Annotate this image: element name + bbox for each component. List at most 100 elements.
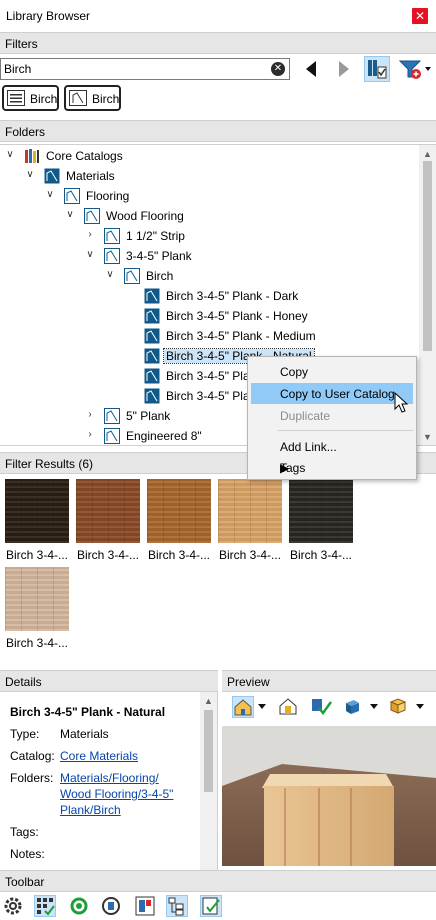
preview-cube-image xyxy=(222,726,436,866)
material-icon xyxy=(69,90,87,106)
filter-chip-material[interactable]: Birch xyxy=(64,85,121,111)
search-field[interactable]: ✕ xyxy=(0,58,290,80)
result-label: Birch 3-4-... xyxy=(77,548,140,562)
filter-chip-text[interactable]: Birch xyxy=(2,85,59,111)
chevron-right-icon[interactable]: › xyxy=(84,409,96,421)
folders-link[interactable]: Plank/Birch xyxy=(60,803,121,817)
material-folder-icon xyxy=(124,268,140,284)
scroll-up-icon[interactable]: ▲ xyxy=(200,694,217,708)
tree-node-flooring[interactable]: ∨ Flooring xyxy=(0,186,415,206)
menu-separator xyxy=(278,430,413,431)
filter-chip-label: Birch xyxy=(30,92,58,106)
tree-node-materials[interactable]: ∨ Materials xyxy=(0,166,415,186)
apply-material-button[interactable] xyxy=(310,696,333,718)
chevron-down-icon[interactable] xyxy=(258,704,266,710)
box-view-button[interactable] xyxy=(388,696,410,718)
chevron-down-icon[interactable] xyxy=(416,704,424,710)
chevron-down-icon[interactable]: ∨ xyxy=(44,189,56,201)
result-swatch[interactable] xyxy=(218,479,282,543)
tree-item-birch-dark[interactable]: Birch 3-4-5" Plank - Dark xyxy=(0,286,415,306)
close-icon[interactable]: ✕ xyxy=(412,8,428,24)
search-input[interactable] xyxy=(1,59,261,79)
tree-node-strip[interactable]: › 1 1/2" Strip xyxy=(0,226,415,246)
menu-item-copy-to-user-catalog[interactable]: Copy to User Catalog xyxy=(251,383,413,404)
bottom-toolbar xyxy=(0,892,436,920)
tree-item-birch-honey[interactable]: Birch 3-4-5" Plank - Honey xyxy=(0,306,415,326)
context-menu[interactable]: Copy Copy to User Catalog Duplicate Add … xyxy=(247,356,417,480)
back-arrow-icon[interactable] xyxy=(304,60,318,78)
catalog-link[interactable]: Core Materials xyxy=(60,749,138,763)
tree-node-345-plank[interactable]: ∨ 3-4-5" Plank xyxy=(0,246,415,266)
chevron-down-icon[interactable] xyxy=(370,704,378,710)
details-catalog-label: Catalog: xyxy=(10,749,55,763)
result-label: Birch 3-4-... xyxy=(219,548,282,562)
preview-render[interactable] xyxy=(222,726,436,866)
tree-scrollbar[interactable]: ▲ ▼ xyxy=(419,145,436,445)
view-camera-button[interactable] xyxy=(232,696,254,718)
filter-results-label: Filter Results (6) xyxy=(5,457,94,471)
result-swatch[interactable] xyxy=(5,567,69,631)
result-swatch[interactable] xyxy=(289,479,353,543)
tree-node-core-catalogs[interactable]: ∨ Core Catalogs xyxy=(0,146,415,166)
menu-item-label: Duplicate xyxy=(280,409,331,423)
cube-button[interactable] xyxy=(342,696,364,718)
catalog-icon xyxy=(25,149,39,163)
tree-item-birch-medium[interactable]: Birch 3-4-5" Plank - Medium xyxy=(0,326,415,346)
result-label: Birch 3-4-... xyxy=(148,548,211,562)
menu-item-label: Copy xyxy=(280,365,309,379)
tree-node-wood-flooring[interactable]: ∨ Wood Flooring xyxy=(0,206,415,226)
folders-link[interactable]: Materials/Flooring/ xyxy=(60,771,159,785)
scrollbar-thumb[interactable] xyxy=(204,710,213,792)
result-swatch[interactable] xyxy=(147,479,211,543)
tree-node-label: Birch xyxy=(146,269,174,283)
house-button[interactable] xyxy=(278,696,300,718)
folders-link[interactable]: Wood Flooring/3-4-5" xyxy=(60,787,173,801)
tree-view-button[interactable] xyxy=(166,895,188,917)
material-folder-icon xyxy=(104,428,120,444)
menu-item-tags[interactable]: Tags ▶ xyxy=(251,457,413,478)
scroll-down-icon[interactable]: ▼ xyxy=(419,430,436,444)
window-title: Library Browser xyxy=(6,9,91,23)
scrollbar-thumb[interactable] xyxy=(423,161,432,351)
sync-button[interactable] xyxy=(100,895,122,917)
chevron-right-icon[interactable]: › xyxy=(84,429,96,441)
grid-view-button[interactable] xyxy=(34,895,56,917)
forward-arrow-icon[interactable] xyxy=(337,60,351,78)
checkmark-icon xyxy=(312,699,333,716)
clear-search-icon[interactable]: ✕ xyxy=(271,62,285,76)
tree-node-label: Birch 3-4-5" Plank - Medium xyxy=(166,329,316,343)
settings-button[interactable] xyxy=(2,895,24,917)
add-filter-icon[interactable] xyxy=(398,58,432,80)
details-type-value: Materials xyxy=(60,727,109,741)
preview-toolbar xyxy=(222,692,436,724)
chevron-down-icon[interactable]: ∨ xyxy=(84,249,96,261)
chevron-down-icon[interactable]: ∨ xyxy=(4,149,16,161)
material-folder-icon xyxy=(104,408,120,424)
details-notes-label: Notes: xyxy=(10,847,45,861)
result-swatch[interactable] xyxy=(76,479,140,543)
material-item-icon xyxy=(144,328,160,344)
chevron-down-icon[interactable]: ∨ xyxy=(24,169,36,181)
result-swatch[interactable] xyxy=(5,479,69,543)
sync-icon xyxy=(102,897,120,915)
gear-icon xyxy=(4,897,22,915)
details-scrollbar[interactable]: ▲ ▼ xyxy=(200,692,217,892)
submenu-arrow-icon: ▶ xyxy=(280,461,290,475)
cursor-icon xyxy=(394,392,409,413)
chevron-right-icon[interactable]: › xyxy=(84,229,96,241)
tree-node-birch[interactable]: ∨ Birch xyxy=(0,266,415,286)
parameters-button[interactable] xyxy=(134,895,156,917)
menu-item-add-link[interactable]: Add Link... xyxy=(251,436,413,457)
chevron-down-icon[interactable]: ∨ xyxy=(64,209,76,221)
chevron-down-icon[interactable]: ∨ xyxy=(104,269,116,281)
check-list-button[interactable] xyxy=(200,895,222,917)
scroll-up-icon[interactable]: ▲ xyxy=(419,147,436,161)
refresh-search-button[interactable] xyxy=(68,895,90,917)
filter-books-button[interactable] xyxy=(364,56,390,82)
result-label: Birch 3-4-... xyxy=(6,636,69,650)
filters-header-label: Filters xyxy=(5,37,38,51)
books-filter-icon xyxy=(368,60,387,79)
toolbar-header: Toolbar xyxy=(0,870,436,892)
menu-item-copy[interactable]: Copy xyxy=(251,361,413,382)
material-item-icon xyxy=(144,348,160,364)
